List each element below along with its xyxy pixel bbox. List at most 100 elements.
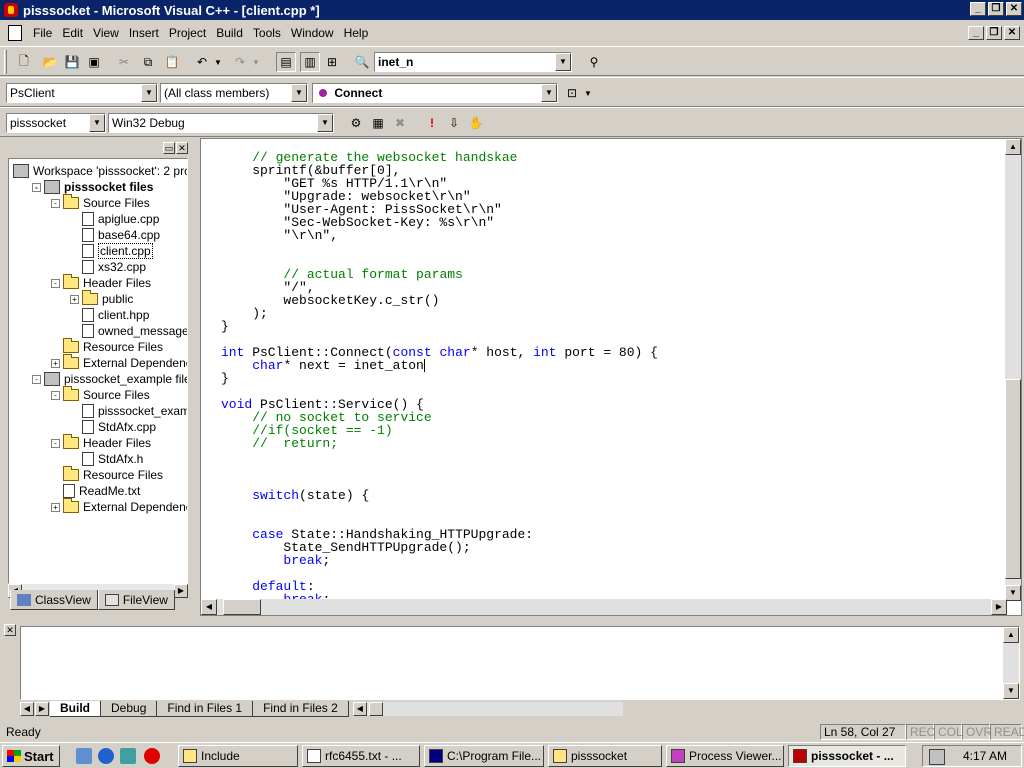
workspace-restore-button[interactable]: ▭ — [163, 142, 175, 154]
wizard-dropdown-icon[interactable]: ▼ — [582, 83, 594, 103]
breakpoint-hand-icon[interactable]: ✋ — [466, 113, 486, 133]
code-area[interactable]: // generate the websocket handskae sprin… — [221, 151, 1001, 601]
undo-dropdown-icon[interactable]: ▼ — [212, 52, 224, 72]
taskbar-button[interactable]: rfc6455.txt - ... — [302, 745, 420, 767]
chevron-down-icon[interactable]: ▼ — [141, 84, 157, 102]
menu-help[interactable]: Help — [339, 26, 374, 40]
execute-icon[interactable]: ! — [422, 113, 442, 133]
taskbar-button[interactable]: pisssocket - ... — [788, 745, 906, 767]
redo-icon[interactable]: ↷ — [230, 52, 250, 72]
tree-node[interactable]: - Header Files — [51, 434, 151, 451]
open-folder-icon[interactable]: 📂 — [40, 52, 60, 72]
chevron-down-icon[interactable]: ▼ — [89, 114, 105, 132]
output-horizontal-scrollbar[interactable]: ◀ — [352, 702, 623, 716]
output-vertical-scrollbar[interactable]: ▲ ▼ — [1003, 627, 1019, 699]
output-toggle-icon[interactable]: ▥ — [300, 52, 320, 72]
tree-node[interactable]: StdAfx.h — [70, 451, 143, 467]
code-line[interactable]: break; — [221, 554, 330, 567]
code-line[interactable]: } — [221, 320, 229, 333]
paste-icon[interactable]: 📋 — [162, 52, 182, 72]
chevron-down-icon[interactable]: ▼ — [541, 84, 557, 102]
save-icon[interactable]: 💾 — [62, 52, 82, 72]
menu-insert[interactable]: Insert — [124, 26, 164, 40]
taskbar-button[interactable]: Include — [178, 745, 298, 767]
output-text-area[interactable]: ▲ ▼ — [20, 626, 1020, 700]
collapse-icon[interactable]: - — [51, 278, 60, 288]
project-combo[interactable]: pisssocket ▼ — [6, 113, 106, 133]
scroll-down-icon[interactable]: ▼ — [1003, 683, 1019, 699]
tree-node[interactable]: - Source Files — [51, 386, 150, 403]
editor-horizontal-scrollbar[interactable]: ◀ ▶ — [201, 599, 1007, 615]
scroll-up-icon[interactable]: ▲ — [1005, 139, 1021, 155]
code-editor[interactable]: // generate the websocket handskae sprin… — [200, 138, 1022, 616]
collapse-icon[interactable]: - — [51, 198, 60, 208]
class-combo[interactable]: PsClient ▼ — [6, 83, 158, 103]
find-in-files-icon[interactable]: ⚲ — [584, 52, 604, 72]
wizard-action-icon[interactable]: ⊡ — [562, 83, 582, 103]
window-list-icon[interactable]: ⊞ — [322, 52, 342, 72]
code-line[interactable]: } — [221, 372, 229, 385]
scroll-left-icon[interactable]: ◀ — [352, 702, 367, 716]
compile-icon[interactable]: ⚙ — [346, 113, 366, 133]
tree-node[interactable]: Resource Files — [51, 466, 163, 483]
taskbar-button[interactable]: Process Viewer... — [666, 745, 784, 767]
tab-build[interactable]: Build — [50, 701, 101, 717]
menu-build[interactable]: Build — [211, 26, 248, 40]
tree-node[interactable]: xs32.cpp — [70, 259, 146, 275]
tab-classview[interactable]: ClassView — [10, 590, 98, 610]
tab-find-in-files-1[interactable]: Find in Files 1 — [157, 701, 254, 717]
menu-tools[interactable]: Tools — [248, 26, 286, 40]
tree-node[interactable]: client.hpp — [70, 307, 149, 323]
go-icon[interactable]: ⇩ — [444, 113, 464, 133]
expand-icon[interactable]: + — [51, 502, 60, 512]
redo-dropdown-icon[interactable]: ▼ — [250, 52, 262, 72]
undo-icon[interactable]: ↶ — [192, 52, 212, 72]
tree-node[interactable]: apiglue.cpp — [70, 211, 159, 227]
tree-node[interactable]: + External Dependencies — [51, 498, 187, 515]
doc-minimize-button[interactable]: _ — [968, 26, 984, 40]
tree-node[interactable]: base64.cpp — [70, 227, 160, 243]
doc-restore-button[interactable]: ❐ — [986, 26, 1002, 40]
tree-node[interactable]: Resource Files — [51, 338, 163, 355]
new-file-icon[interactable]: 🗋 — [14, 52, 34, 72]
tree-node[interactable]: - Header Files — [51, 274, 151, 291]
expand-icon[interactable]: + — [51, 358, 60, 368]
workspace-close-button[interactable]: ✕ — [176, 142, 188, 154]
menu-file[interactable]: File — [28, 26, 57, 40]
tree-node[interactable]: ReadMe.txt — [51, 483, 140, 499]
opera-icon[interactable] — [144, 748, 160, 764]
code-line[interactable]: switch(state) { — [221, 489, 369, 502]
tab-fileview[interactable]: FileView — [97, 590, 175, 610]
scroll-thumb[interactable] — [368, 702, 383, 716]
tree-node[interactable]: - pisssocket files — [32, 179, 153, 195]
collapse-icon[interactable]: - — [32, 374, 41, 384]
file-tree[interactable]: Workspace 'pisssocket': 2 proje - pisssock… — [8, 158, 188, 584]
tree-node[interactable]: + External Dependencies — [51, 354, 187, 371]
scroll-up-icon[interactable]: ▲ — [1003, 627, 1019, 643]
chevron-down-icon[interactable]: ▼ — [555, 53, 571, 71]
clock[interactable]: 4:17 AM — [963, 749, 1007, 763]
menu-project[interactable]: Project — [164, 26, 211, 40]
collapse-icon[interactable]: - — [32, 182, 41, 192]
maximize-button[interactable]: ❐ — [988, 2, 1004, 16]
code-line[interactable]: // return; — [221, 437, 338, 450]
chevron-down-icon[interactable]: ▼ — [317, 114, 333, 132]
tree-node[interactable]: owned_message.h — [70, 323, 187, 339]
document-icon[interactable] — [8, 25, 22, 41]
chevron-down-icon[interactable]: ▼ — [291, 84, 307, 102]
tab-scroll-right-icon[interactable]: ▶ — [35, 702, 49, 716]
app-icon[interactable] — [4, 3, 18, 17]
collapse-icon[interactable]: - — [51, 438, 60, 448]
cut-icon[interactable]: ✂ — [114, 52, 134, 72]
toolbar-grip[interactable] — [4, 50, 7, 74]
tree-node[interactable]: client.cpp — [70, 243, 153, 259]
output-close-button[interactable]: ✕ — [4, 624, 16, 636]
tab-scroll-left-icon[interactable]: ◀ — [20, 702, 34, 716]
find-combo[interactable]: inet_n ▼ — [374, 52, 572, 72]
function-combo[interactable]: Connect ▼ — [312, 83, 558, 103]
scroll-thumb[interactable] — [223, 599, 261, 615]
doc-close-button[interactable]: ✕ — [1004, 26, 1020, 40]
show-desktop-icon[interactable] — [76, 748, 92, 764]
tree-node[interactable]: StdAfx.cpp — [70, 419, 156, 435]
minimize-button[interactable]: _ — [970, 2, 986, 16]
